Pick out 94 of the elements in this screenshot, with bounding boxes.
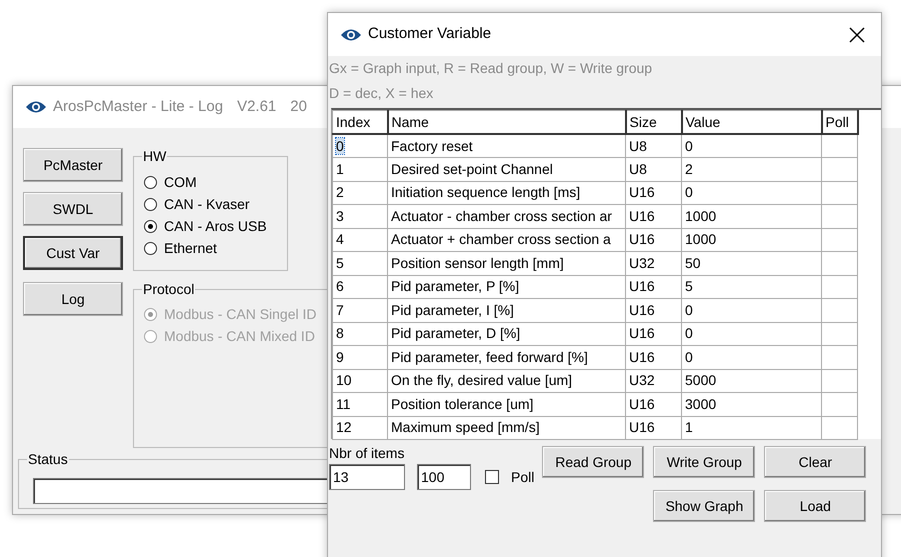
column-header[interactable]: Poll: [822, 110, 858, 134]
table-cell: U16: [629, 231, 655, 248]
table-cell: Initiation sequence length [ms]: [391, 184, 580, 200]
table-cell: U16: [629, 396, 655, 412]
app-button[interactable]: PcMaster: [23, 148, 123, 182]
table-cell: Factory reset: [391, 138, 473, 154]
window-title: ArosPcMaster - Lite - Log: [53, 96, 224, 117]
table-cell: Pid parameter, D [%]: [391, 325, 520, 342]
table-cell: 2: [685, 160, 693, 177]
interval-field[interactable]: 100: [417, 464, 471, 490]
table-cell: 1: [685, 419, 693, 436]
table-cell: 0: [685, 302, 693, 318]
table-cell: 3000: [685, 396, 716, 412]
table-cell: 5: [685, 278, 693, 294]
table-cell: Maximum speed [mm/s]: [391, 419, 540, 436]
app-button[interactable]: Cust Var: [23, 236, 123, 270]
app-button[interactable]: SWDL: [23, 192, 123, 226]
column-header[interactable]: Index: [332, 110, 388, 134]
table-cell: 0: [685, 325, 693, 342]
table-cell: On the fly, desired value [um]: [391, 372, 572, 388]
table-cell: Pid parameter, feed forward [%]: [391, 348, 588, 365]
table-cell: U16: [629, 348, 655, 365]
table-cell: 1: [336, 160, 344, 177]
dialog-button[interactable]: Show Graph: [653, 490, 756, 522]
hint-text: Gx = Graph input, R = Read group, W = Write group: [328, 59, 654, 78]
table-cell: U8: [629, 138, 647, 154]
radio-dot[interactable]: [144, 220, 157, 232]
table-cell: 9: [336, 348, 344, 365]
nbr-items-label: Nbr of items: [329, 444, 406, 463]
table-cell: 3: [336, 208, 344, 224]
radio-option: Modbus - CAN Singel ID: [144, 304, 322, 326]
table-cell: Position tolerance [um]: [391, 396, 534, 412]
table-cell: U8: [629, 160, 647, 177]
table-cell: U32: [629, 254, 655, 271]
radio-option[interactable]: COM: [144, 171, 277, 193]
count-field[interactable]: 13: [329, 464, 405, 490]
table-cell: U16: [629, 278, 655, 294]
table-cell: Pid parameter, I [%]: [391, 302, 514, 318]
column-header[interactable]: Name: [388, 110, 626, 134]
table-cell: 6: [336, 278, 344, 294]
dialog-button[interactable]: Write Group: [653, 446, 756, 478]
table-cell: 0: [685, 348, 693, 365]
column-header[interactable]: Size: [626, 110, 682, 134]
table-cell: 4: [336, 231, 344, 248]
table-cell: Pid parameter, P [%]: [391, 278, 520, 294]
table-cell: 10: [336, 372, 352, 388]
version-label: V2.61: [237, 96, 276, 117]
eye-icon: [340, 28, 362, 42]
app-button[interactable]: Log: [23, 282, 123, 316]
table-cell: 5000: [685, 372, 716, 388]
table-cell: 7: [336, 302, 344, 318]
dialog-button[interactable]: Clear: [764, 446, 866, 478]
table-cell: Actuator - chamber cross section ar: [391, 208, 612, 224]
hint-text: D = dec, X = hex: [328, 84, 434, 103]
table-cell: 0: [685, 138, 693, 154]
radio-option[interactable]: CAN - Aros USB: [144, 215, 277, 237]
table-cell: 50: [685, 254, 701, 271]
eye-icon: [25, 100, 47, 114]
radio-dot[interactable]: [144, 176, 157, 188]
table-cell: U16: [629, 419, 655, 436]
radio-option: Modbus - CAN Mixed ID: [144, 326, 322, 348]
radio-dot[interactable]: [144, 198, 157, 210]
table-cell: 1000: [685, 231, 716, 248]
table-cell: 8: [336, 325, 344, 342]
poll-checkbox[interactable]: [485, 470, 499, 484]
radio-dot[interactable]: [144, 242, 157, 254]
dialog-button[interactable]: Read Group: [542, 446, 644, 478]
poll-label: Poll: [511, 468, 534, 486]
group-title: Status: [27, 451, 69, 467]
group-title: HW: [142, 148, 168, 164]
table-cell: U16: [629, 208, 655, 224]
radio-option[interactable]: CAN - Kvaser: [144, 193, 277, 215]
table-cell: 11: [336, 396, 351, 412]
table-cell: 12: [336, 419, 352, 436]
table-cell: Position sensor length [mm]: [391, 254, 564, 271]
table-cell: 5: [336, 254, 344, 271]
table-cell: 0: [685, 184, 693, 200]
window-title-fragment: 20: [290, 96, 307, 117]
dialog-button[interactable]: Load: [764, 490, 866, 522]
table-cell: U16: [629, 302, 655, 318]
table-cell: 2: [336, 184, 344, 200]
table-cell: 0: [336, 138, 344, 154]
table-cell: Actuator + chamber cross section a: [391, 231, 611, 248]
column-header[interactable]: Value: [682, 110, 822, 134]
table-cell: 1000: [685, 208, 716, 224]
table-cell: Desired set-point Channel: [391, 160, 553, 177]
table-cell: U16: [629, 325, 655, 342]
radio-option[interactable]: Ethernet: [144, 237, 277, 259]
group-title: Protocol: [142, 280, 196, 297]
table-cell: U32: [629, 372, 655, 388]
close-icon[interactable]: [849, 26, 865, 42]
status-field[interactable]: [33, 478, 329, 504]
dialog-title: Customer Variable: [368, 24, 492, 44]
table-cell: U16: [629, 184, 655, 200]
